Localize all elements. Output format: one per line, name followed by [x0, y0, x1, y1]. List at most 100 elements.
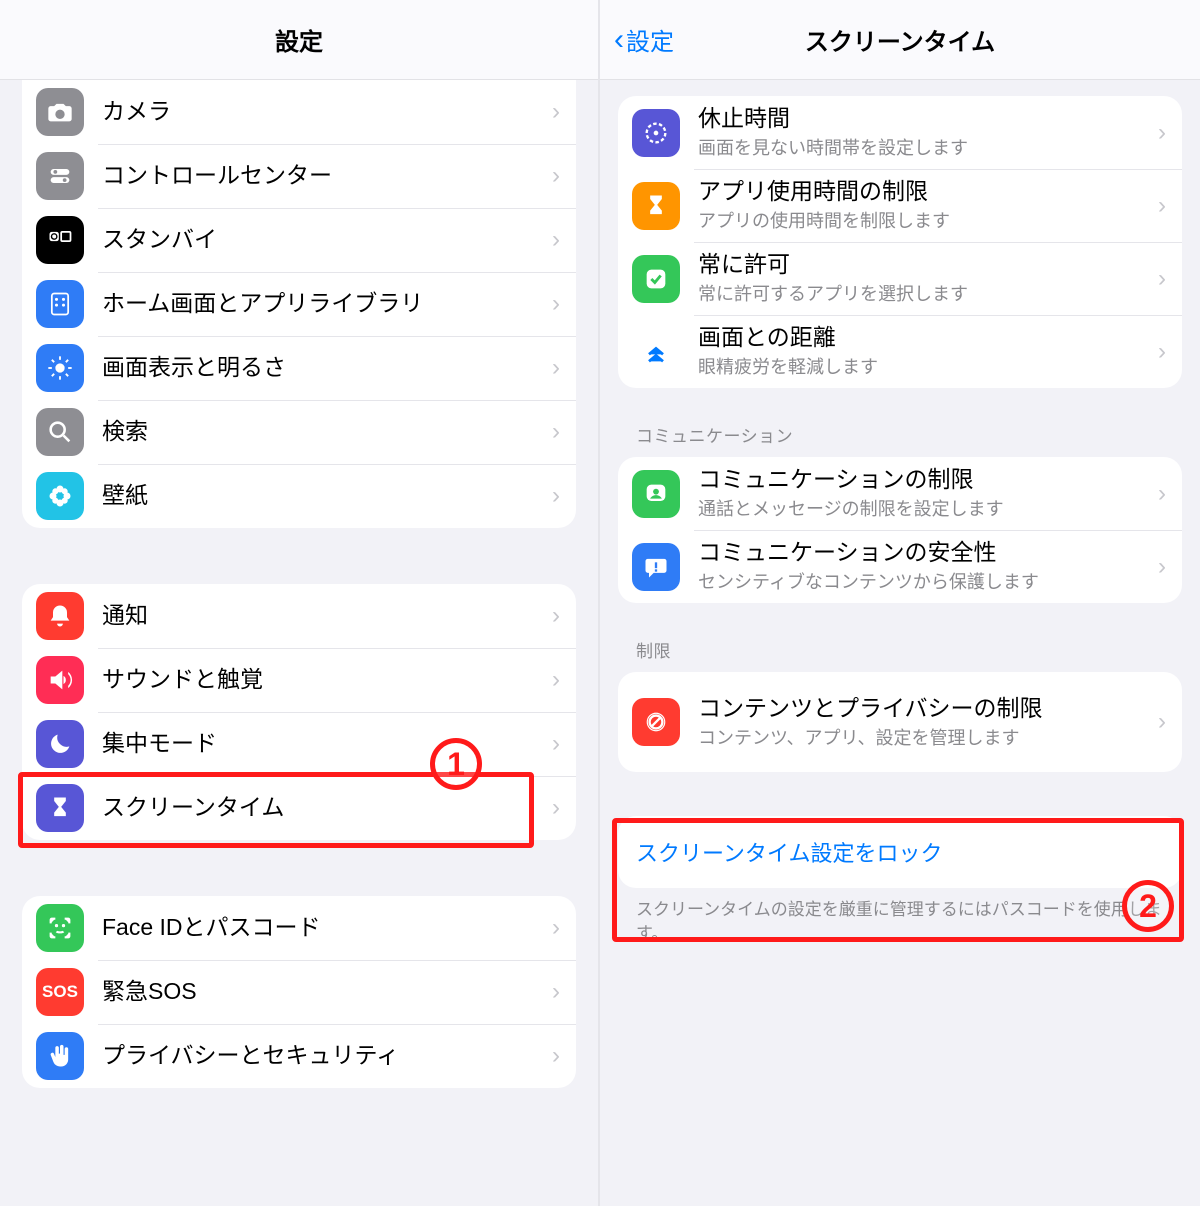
chevron-right-icon: › — [552, 98, 560, 126]
section-header-restrictions: 制限 — [636, 637, 1182, 662]
chat-warning-icon — [632, 543, 680, 591]
label: 画面との距離 — [698, 323, 1150, 353]
chevron-right-icon: › — [1158, 553, 1166, 581]
flower-icon — [36, 472, 84, 520]
lock-link-label: スクリーンタイム設定をロック — [636, 836, 942, 868]
row-camera[interactable]: カメラ › — [22, 80, 576, 144]
left-header: 設定 — [0, 0, 598, 80]
moon-icon — [36, 720, 84, 768]
label: スタンバイ — [102, 225, 544, 255]
bell-icon — [36, 592, 84, 640]
section-header-communication: コミュニケーション — [636, 422, 1182, 447]
row-privacy[interactable]: プライバシーとセキュリティ › — [22, 1024, 576, 1088]
chevron-right-icon: › — [552, 290, 560, 318]
row-comm-safety[interactable]: コミュニケーションの安全性 センシティブなコンテンツから保護します › — [618, 530, 1182, 603]
sos-icon: SOS — [36, 968, 84, 1016]
hand-icon — [36, 1032, 84, 1080]
label: ホーム画面とアプリライブラリ — [102, 289, 544, 319]
chevron-right-icon: › — [552, 226, 560, 254]
row-wallpaper[interactable]: 壁紙 › — [22, 464, 576, 528]
clock-dot-icon — [632, 109, 680, 157]
screentime-group-b: コミュニケーションの制限 通話とメッセージの制限を設定します › コミュニケーシ… — [618, 457, 1182, 603]
label: カメラ — [102, 97, 544, 127]
settings-pane: 設定 カメラ › コントロールセンター › スタンバ — [0, 0, 600, 1206]
row-display-brightness[interactable]: 画面表示と明るさ › — [22, 336, 576, 400]
right-title: スクリーンタイム — [805, 22, 995, 57]
row-home-screen[interactable]: ホーム画面とアプリライブラリ › — [22, 272, 576, 336]
screentime-group-a: 休止時間 画面を見ない時間帯を設定します › アプリ使用時間の制限 アプリの使用… — [618, 96, 1182, 388]
chevron-right-icon: › — [552, 978, 560, 1006]
chevron-right-icon: › — [552, 666, 560, 694]
no-entry-icon — [632, 698, 680, 746]
settings-group-2: 通知 › サウンドと触覚 › 集中モード › — [22, 584, 576, 840]
grid-icon — [36, 280, 84, 328]
chevron-right-icon: › — [1158, 265, 1166, 293]
screentime-pane: ‹ 設定 スクリーンタイム 休止時間 画面を見ない時間帯を設定します › — [600, 0, 1200, 1206]
sub: 通話とメッセージの制限を設定します — [698, 497, 1150, 522]
hourglass-icon — [36, 784, 84, 832]
label: 通知 — [102, 601, 544, 631]
row-screen-distance[interactable]: 画面との距離 眼精疲労を軽減します › — [618, 315, 1182, 388]
row-lock-settings[interactable]: スクリーンタイム設定をロック — [618, 816, 1182, 888]
chevron-right-icon: › — [1158, 119, 1166, 147]
row-search[interactable]: 検索 › — [22, 400, 576, 464]
row-always-allowed[interactable]: 常に許可 常に許可するアプリを選択します › — [618, 242, 1182, 315]
row-downtime[interactable]: 休止時間 画面を見ない時間帯を設定します › — [618, 96, 1182, 169]
clock-icon — [36, 216, 84, 264]
chevron-right-icon: › — [552, 354, 560, 382]
chevron-right-icon: › — [552, 418, 560, 446]
chevron-left-icon: ‹ — [614, 25, 624, 55]
camera-icon — [36, 88, 84, 136]
sub: 常に許可するアプリを選択します — [698, 282, 1150, 307]
chevron-right-icon: › — [1158, 192, 1166, 220]
label: 常に許可 — [698, 250, 1150, 280]
settings-group-1: カメラ › コントロールセンター › スタンバイ › — [22, 80, 576, 528]
row-screen-time[interactable]: スクリーンタイム › — [22, 776, 576, 840]
screentime-lock-group: スクリーンタイム設定をロック — [618, 816, 1182, 888]
chevron-right-icon: › — [552, 1042, 560, 1070]
label: コミュニケーションの安全性 — [698, 538, 1150, 568]
row-content-privacy[interactable]: コンテンツとプライバシーの制限 コンテンツ、アプリ、設定を管理します › — [618, 672, 1182, 772]
row-sos[interactable]: SOS 緊急SOS › — [22, 960, 576, 1024]
label: 検索 — [102, 417, 544, 447]
settings-group-3: Face IDとパスコード › SOS 緊急SOS › プライバシーとセキュリテ… — [22, 896, 576, 1088]
row-control-center[interactable]: コントロールセンター › — [22, 144, 576, 208]
label: プライバシーとセキュリティ — [102, 1041, 544, 1071]
label: コントロールセンター — [102, 161, 544, 191]
sub: 眼精疲労を軽減します — [698, 355, 1150, 380]
chevron-right-icon: › — [552, 482, 560, 510]
back-button[interactable]: ‹ 設定 — [614, 22, 674, 57]
sub: 画面を見ない時間帯を設定します — [698, 136, 1150, 161]
row-sounds[interactable]: サウンドと触覚 › — [22, 648, 576, 712]
row-standby[interactable]: スタンバイ › — [22, 208, 576, 272]
chevron-right-icon: › — [552, 914, 560, 942]
row-app-limits[interactable]: アプリ使用時間の制限 アプリの使用時間を制限します › — [618, 169, 1182, 242]
sub: センシティブなコンテンツから保護します — [698, 570, 1150, 595]
toggles-icon — [36, 152, 84, 200]
chevron-right-icon: › — [552, 794, 560, 822]
chevron-right-icon: › — [1158, 480, 1166, 508]
screentime-group-c: コンテンツとプライバシーの制限 コンテンツ、アプリ、設定を管理します › — [618, 672, 1182, 772]
row-faceid[interactable]: Face IDとパスコード › — [22, 896, 576, 960]
chevron-right-icon: › — [552, 730, 560, 758]
chevron-right-icon: › — [552, 162, 560, 190]
label: サウンドと触覚 — [102, 665, 544, 695]
back-label: 設定 — [626, 22, 674, 57]
chevrons-up-icon — [632, 328, 680, 376]
right-header: ‹ 設定 スクリーンタイム — [600, 0, 1200, 80]
label: コンテンツとプライバシーの制限 — [698, 694, 1150, 724]
speaker-icon — [36, 656, 84, 704]
label: 休止時間 — [698, 104, 1150, 134]
left-title: 設定 — [275, 22, 323, 57]
chevron-right-icon: › — [1158, 338, 1166, 366]
row-focus[interactable]: 集中モード › — [22, 712, 576, 776]
brightness-icon — [36, 344, 84, 392]
label: コミュニケーションの制限 — [698, 465, 1150, 495]
footer-note: スクリーンタイムの設定を厳重に管理するにはパスコードを使用します。 — [636, 898, 1164, 946]
label: 壁紙 — [102, 481, 544, 511]
row-notifications[interactable]: 通知 › — [22, 584, 576, 648]
search-icon — [36, 408, 84, 456]
row-comm-limits[interactable]: コミュニケーションの制限 通話とメッセージの制限を設定します › — [618, 457, 1182, 530]
sub: コンテンツ、アプリ、設定を管理します — [698, 726, 1150, 751]
label: アプリ使用時間の制限 — [698, 177, 1150, 207]
